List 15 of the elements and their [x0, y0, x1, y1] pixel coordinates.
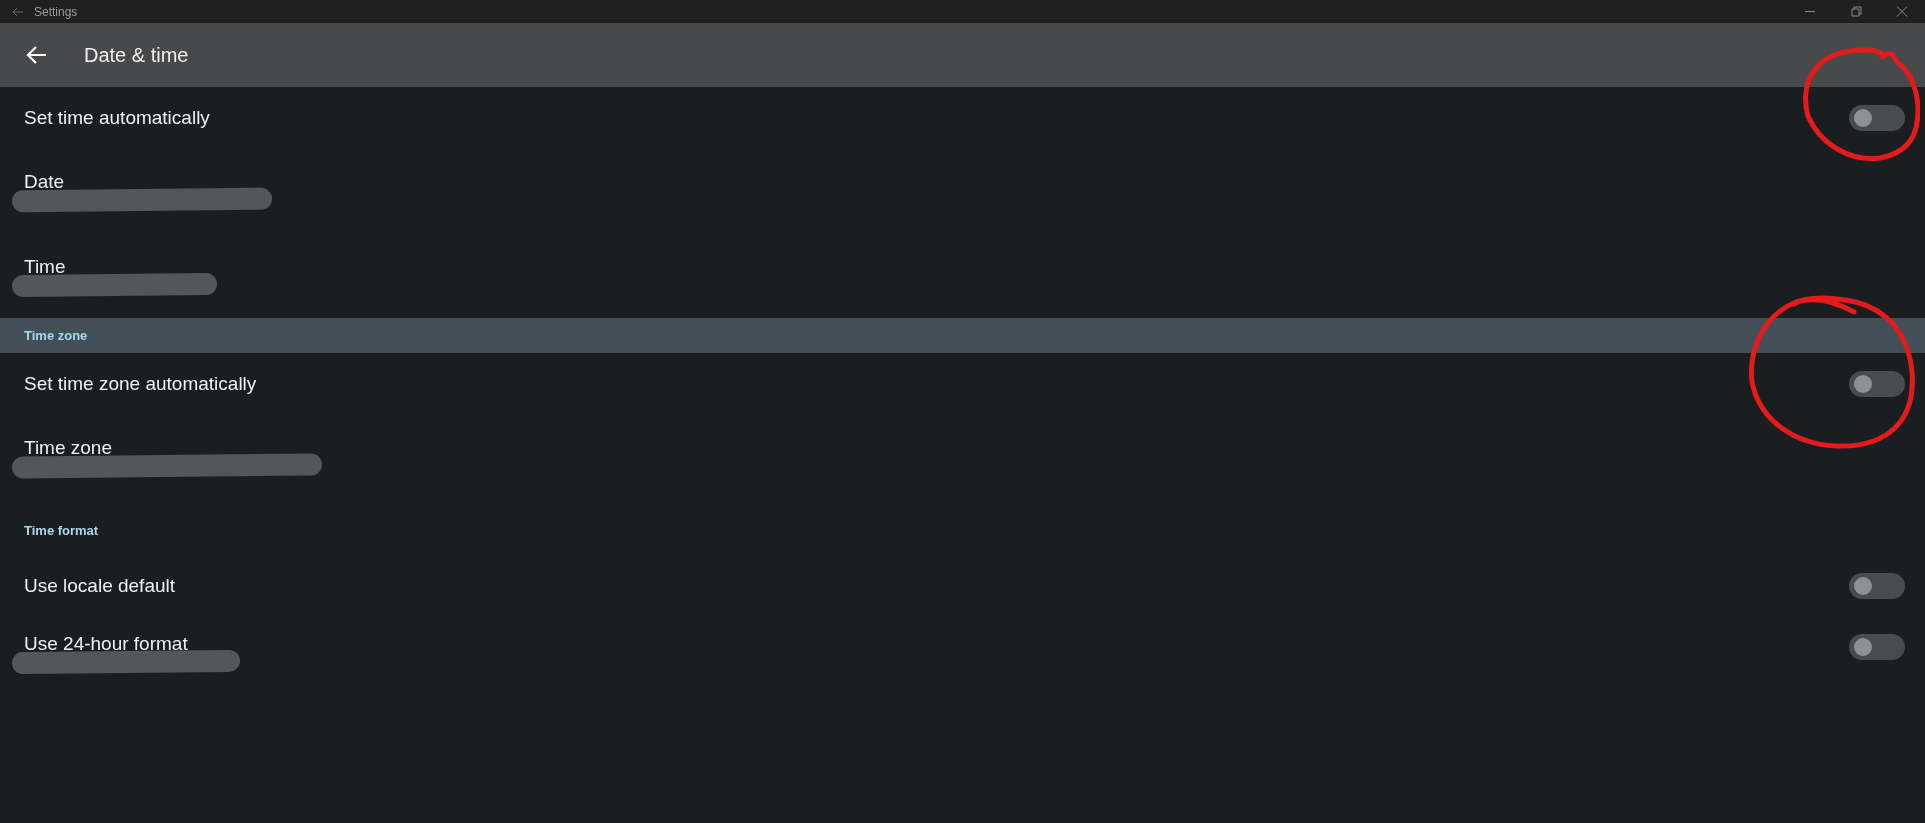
toggle-switch[interactable] [1849, 370, 1905, 397]
setting-label: Time zone [24, 436, 112, 459]
setting-label: Set time zone automatically [24, 372, 257, 395]
toggle-switch[interactable] [1849, 572, 1905, 599]
setting-label: Use 24-hour format [24, 632, 188, 655]
setting-label: Set time automatically [24, 106, 210, 129]
setting-label: Date [24, 170, 65, 193]
setting-label: Use locale default [24, 574, 176, 597]
section-header: Time zone [24, 328, 88, 343]
section-header: Time format [24, 522, 99, 538]
toggle-switch[interactable] [1849, 104, 1905, 131]
window-title: Settings [34, 4, 78, 19]
page-title: Date & time [84, 43, 189, 67]
toggle-switch[interactable] [1849, 633, 1905, 660]
setting-label: Time [24, 255, 66, 278]
